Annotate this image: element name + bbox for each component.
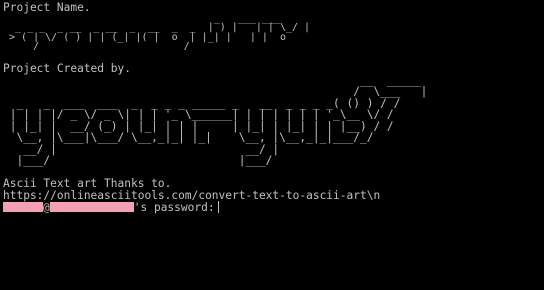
prompt-suffix: 's password: [133, 201, 215, 215]
prompt-at-sign: @ [43, 201, 50, 215]
project-name-label: Project Name. [3, 1, 91, 14]
terminal-window[interactable]: Project Name. _ ___ ___ _ _ _ _ __ _ __ … [0, 0, 544, 290]
password-prompt[interactable]: @ 's password: [3, 201, 544, 215]
redacted-username [3, 202, 43, 213]
project-name-art-line: / / [3, 41, 190, 53]
creator-art-line: |___/ |___/ [3, 154, 273, 168]
redacted-hostname [49, 202, 134, 213]
thanks-url: https://onlineasciitools.com/convert-tex… [3, 188, 381, 202]
project-name-ascii-art: _ ___ ___ _ _ _ _ __ _ __ _ __ _ _ | ) |… [3, 13, 544, 53]
text-cursor [217, 201, 219, 214]
creator-ascii-art: __ _____ / \___ | _ _ ___ ___ _ _ _ _ __… [3, 75, 544, 167]
